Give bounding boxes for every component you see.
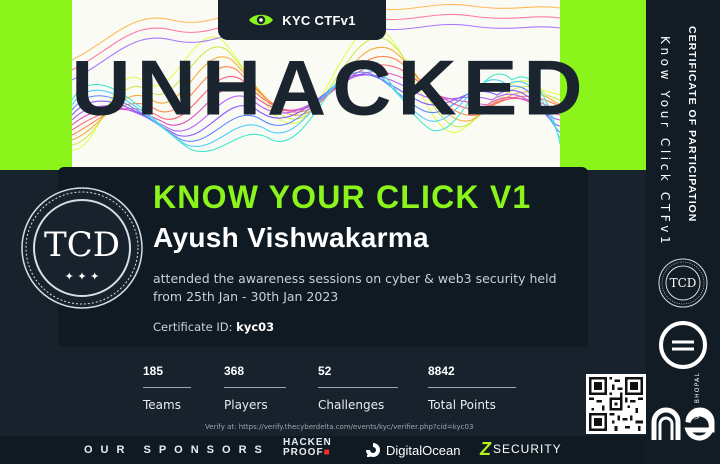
sidebar-subtitle: Know Your Click CTFv1 (658, 36, 672, 248)
ae-logo-icon (651, 407, 715, 441)
participant-name: Ayush Vishwakarma (153, 222, 429, 253)
event-title: KNOW YOUR CLICK V1 (153, 179, 532, 215)
stat-label: Challenges (318, 398, 385, 412)
stat-divider (224, 387, 286, 388)
stat-divider (428, 387, 516, 388)
event-badge-label: KYC CTFv1 (282, 12, 356, 28)
stat-players: 368 Players (224, 364, 286, 412)
green-accent-left (0, 0, 72, 170)
sponsors-title: OUR SPONSORS (84, 444, 270, 456)
zsecurity-z: Z (480, 439, 491, 459)
stat-label: Teams (143, 398, 181, 412)
sidebar-seal-text: TCD (670, 276, 697, 290)
seal-text: TCD (44, 225, 120, 265)
event-badge: KYC CTFv1 (218, 0, 386, 40)
certificate-id-value: kyc03 (236, 320, 275, 334)
sidebar-title: CERTIFICATE OF PARTICIPATION (686, 26, 698, 223)
sponsor-digitalocean-label: DigitalOcean (386, 442, 461, 458)
stat-label: Players (224, 398, 268, 412)
certificate-id-label: Certificate ID: (153, 320, 233, 334)
stat-teams: 185 Teams (143, 364, 191, 412)
digitalocean-logo-icon (366, 443, 380, 457)
svg-text:✦ ✦ ✦: ✦ ✦ ✦ (65, 270, 100, 283)
stat-challenges: 52 Challenges (318, 364, 398, 412)
eye-icon (249, 14, 274, 26)
stat-divider (318, 387, 398, 388)
headline: UNHACKED (71, 45, 589, 132)
verify-url[interactable]: Verify at: https://verify.thecyberdelta.… (205, 423, 473, 431)
certificate-canvas: KYC CTFv1 UNHACKED TCD ✦ ✦ ✦ KNOW YOUR C… (0, 0, 720, 464)
sponsor-hackenproof: HACKEN PROOF■ (283, 437, 332, 458)
vit-logo-icon (659, 321, 707, 369)
stat-value: 185 (143, 364, 164, 378)
stat-value: 52 (318, 364, 332, 378)
zsecurity-label: SECURITY (493, 442, 562, 456)
sponsor-hackenproof-line2: PROOF (283, 447, 324, 458)
stat-total-points: 8842 Total Points (428, 364, 516, 412)
stat-divider (143, 387, 191, 388)
stat-value: 8842 (428, 364, 455, 378)
certificate-id: Certificate ID: kyc03 (153, 320, 274, 334)
header-artwork: KYC CTFv1 UNHACKED (0, 0, 646, 170)
sponsor-zsecurity: Z SECURITY (480, 440, 562, 458)
stat-label: Total Points (428, 398, 496, 412)
participation-description: attended the awareness sessions on cyber… (153, 271, 557, 304)
stat-value: 368 (224, 364, 245, 378)
sponsor-digitalocean: DigitalOcean (364, 441, 460, 459)
verification-qr-code[interactable] (586, 374, 646, 434)
tcd-seal: TCD ✦ ✦ ✦ (21, 187, 143, 309)
sidebar-tcd-seal: TCD (658, 258, 708, 308)
